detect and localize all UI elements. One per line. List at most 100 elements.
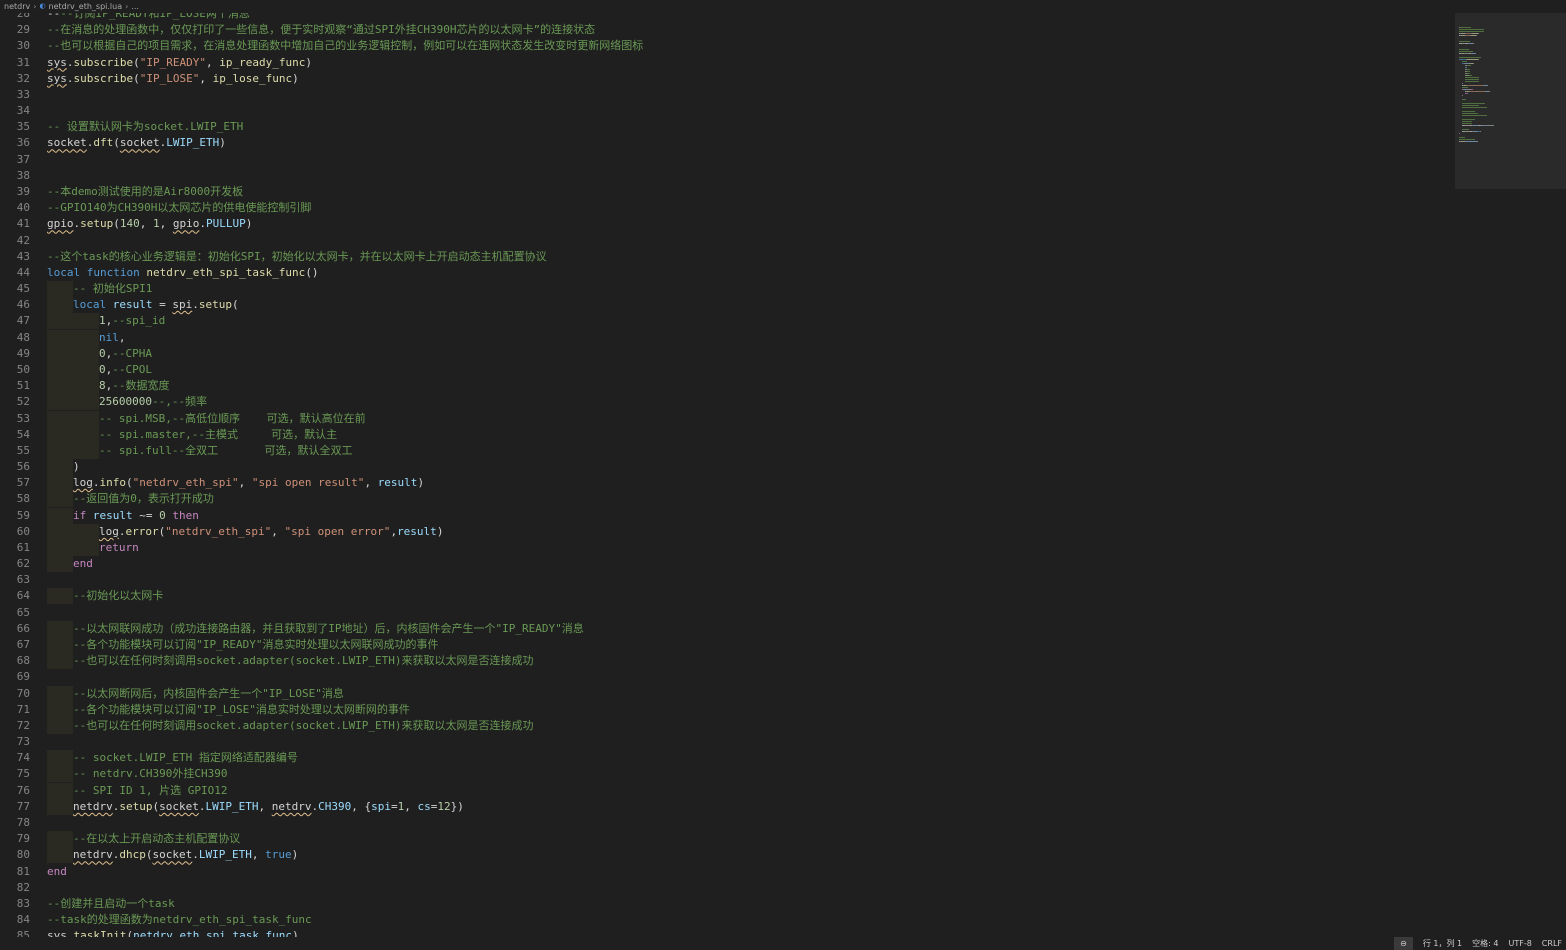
- code-line[interactable]: 79 --在以太上开启动态主机配置协议: [0, 831, 1455, 848]
- code-line[interactable]: 35 -- 设置默认网卡为socket.LWIP_ETH: [0, 119, 1455, 135]
- code-line[interactable]: 32 sys.subscribe("IP_LOSE", ip_lose_func): [0, 71, 1455, 87]
- indent-guide: [47, 798, 73, 815]
- code-line[interactable]: 68 --也可以在任何时刻调用socket.adapter(socket.LWIP…: [0, 653, 1455, 670]
- code-line[interactable]: 36 socket.dft(socket.LWIP_ETH): [0, 135, 1455, 151]
- minimap-line: [1459, 51, 1473, 52]
- code-line[interactable]: 53 -- spi.MSB,--高低位顺序 可选，默认高位在前: [0, 410, 1455, 427]
- minimap-slider[interactable]: [1455, 13, 1566, 189]
- code-text: --在消息的处理函数中，仅仅打印了一些信息，便于实时观察“通过SPI外挂CH39…: [47, 22, 595, 38]
- code-line[interactable]: 67 --各个功能模块可以订阅"IP_READY"消息实时处理以太网联网成功的事件: [0, 637, 1455, 654]
- code-token: netdrv: [73, 848, 113, 862]
- code-line[interactable]: 56): [0, 459, 1455, 476]
- code-line[interactable]: 48 nil,: [0, 329, 1455, 346]
- code-line[interactable]: 49 0,--CPHA: [0, 345, 1455, 362]
- code-line[interactable]: 57 log.info("netdrv_eth_spi", "spi open r…: [0, 475, 1455, 492]
- code-line[interactable]: 69: [0, 669, 1455, 685]
- code-line[interactable]: 70 --以太网断网后，内核固件会产生一个"IP_LOSE"消息: [0, 685, 1455, 702]
- code-token: --以太网断网后，内核固件会产生一个"IP_LOSE"消息: [73, 686, 344, 700]
- breadcrumb-file[interactable]: netdrv_eth_spi.lua: [49, 0, 123, 13]
- code-token: 25600000: [99, 395, 152, 409]
- code-line[interactable]: 60 log.error("netdrv_eth_spi", "spi open …: [0, 523, 1455, 540]
- encoding[interactable]: UTF-8: [1508, 937, 1531, 950]
- code-line[interactable]: 41 gpio.setup(140, 1, gpio.PULLUP): [0, 216, 1455, 232]
- code-line[interactable]: 71 --各个功能模块可以订阅"IP_LOSE"消息实时处理以太网断网的事件: [0, 701, 1455, 718]
- code-line[interactable]: 42: [0, 233, 1455, 249]
- code-text: --也可以根据自己的项目需求，在消息处理函数中增加自己的业务逻辑控制，例如可以在…: [47, 38, 643, 54]
- code-line[interactable]: 44 local function netdrv_eth_spi_task_fun…: [0, 265, 1455, 281]
- breadcrumb-folder[interactable]: netdrv: [4, 0, 30, 13]
- code-line[interactable]: 46 local result = spi.setup(: [0, 297, 1455, 314]
- code-line[interactable]: 62 end: [0, 556, 1455, 573]
- code-line[interactable]: 76 -- SPI ID 1, 片选 GPIO12: [0, 782, 1455, 799]
- code-text: sys.subscribe("IP_READY", ip_ready_func): [47, 55, 312, 71]
- code-line[interactable]: 40 --GPIO140为CH390H以太网芯片的供电使能控制引脚: [0, 200, 1455, 216]
- code-line[interactable]: 82: [0, 880, 1455, 896]
- code-token: (): [305, 265, 319, 279]
- code-token: ,: [271, 524, 285, 538]
- breadcrumb-symbol[interactable]: ...: [131, 0, 139, 13]
- cursor-position[interactable]: 行 1，列 1: [1423, 937, 1462, 950]
- code-line[interactable]: 74 -- socket.LWIP_ETH 指定网络适配器编号: [0, 750, 1455, 767]
- code-token: --以太网联网成功（成功连接路由器，并且获取到了IP地址）后，内核固件会产生一个…: [73, 621, 584, 635]
- code-text: sys.taskInit(netdrv_eth_spi_task_func): [47, 928, 299, 937]
- code-line[interactable]: 85 sys.taskInit(netdrv_eth_spi_task_func): [0, 928, 1455, 937]
- breadcrumb: netdrv › ◐ netdrv_eth_spi.lua › ...: [0, 0, 1566, 13]
- code-token: --CPOL: [112, 362, 152, 376]
- code-line[interactable]: 73: [0, 734, 1455, 750]
- code-line[interactable]: 75 -- netdrv.CH390外挂CH390: [0, 766, 1455, 783]
- code-line[interactable]: 66 --以太网联网成功（成功连接路由器，并且获取到了IP地址）后，内核固件会产生…: [0, 620, 1455, 637]
- code-token: ): [436, 524, 444, 538]
- minimap[interactable]: [1455, 13, 1566, 937]
- code-line[interactable]: 39 --本demo测试使用的是Air8000开发板: [0, 184, 1455, 200]
- code-token: }): [450, 799, 464, 813]
- code-token: "netdrv_eth_spi": [132, 476, 239, 490]
- code-text: end: [47, 864, 67, 880]
- line-ending[interactable]: CRLF: [1542, 937, 1562, 950]
- code-token: ,: [159, 217, 173, 231]
- code-line[interactable]: 80 netdrv.dhcp(socket.LWIP_ETH, true): [0, 847, 1455, 864]
- code-line[interactable]: 77 netdrv.setup(socket.LWIP_ETH, netdrv.C…: [0, 798, 1455, 815]
- code-line[interactable]: 59 if result ~= 0 then: [0, 507, 1455, 524]
- minimap-line: [1493, 125, 1494, 126]
- code-line[interactable]: 84 --task的处理函数为netdrv_eth_spi_task_func: [0, 912, 1455, 928]
- code-line[interactable]: 52 25600000--,--频率: [0, 394, 1455, 411]
- code-token: if: [73, 508, 87, 522]
- code-text: log.error("netdrv_eth_spi", "spi open er…: [47, 523, 444, 540]
- code-line[interactable]: 50 0,--CPOL: [0, 361, 1455, 378]
- code-line[interactable]: 31 sys.subscribe("IP_READY", ip_ready_fun…: [0, 55, 1455, 71]
- code-line[interactable]: 65: [0, 605, 1455, 621]
- code-line[interactable]: 55 -- spi.full--全双工 可选，默认全双工: [0, 442, 1455, 459]
- code-line[interactable]: 81 end: [0, 864, 1455, 880]
- code-text: --返回值为0，表示打开成功: [47, 491, 214, 508]
- code-line[interactable]: 63: [0, 572, 1455, 588]
- code-line[interactable]: 37: [0, 152, 1455, 168]
- code-token: =: [390, 799, 398, 813]
- line-number: 63: [16, 573, 30, 587]
- line-number: 77: [16, 799, 30, 813]
- code-line[interactable]: 34: [0, 103, 1455, 119]
- code-token: ,: [199, 71, 213, 85]
- line-number: 41: [16, 217, 30, 231]
- code-line[interactable]: 61 return: [0, 539, 1455, 556]
- code-line[interactable]: 45 -- 初始化SPI1: [0, 281, 1455, 298]
- zoom-out-icon[interactable]: ⊖: [1394, 937, 1413, 950]
- code-line[interactable]: 83 --创建并且启动一个task: [0, 896, 1455, 912]
- code-token: "IP_LOSE": [139, 71, 200, 85]
- code-line[interactable]: 28 ----订阅IP_READY和IP_LOSE两个消息: [0, 13, 1455, 22]
- code-line[interactable]: 33: [0, 87, 1455, 103]
- code-line[interactable]: 29 --在消息的处理函数中，仅仅打印了一些信息，便于实时观察“通过SPI外挂CH…: [0, 22, 1455, 38]
- code-line[interactable]: 78: [0, 815, 1455, 831]
- code-line[interactable]: 43 --这个task的核心业务逻辑是：初始化SPI，初始化以太网卡，并在以太网卡…: [0, 249, 1455, 265]
- code-line[interactable]: 54 -- spi.master,--主模式 可选，默认主: [0, 426, 1455, 443]
- code-line[interactable]: 72 --也可以在任何时刻调用socket.adapter(socket.LWIP…: [0, 717, 1455, 734]
- code-line[interactable]: 38: [0, 168, 1455, 184]
- indentation[interactable]: 空格: 4: [1472, 937, 1498, 950]
- code-line[interactable]: 30 --也可以根据自己的项目需求，在消息处理函数中增加自己的业务逻辑控制，例如可…: [0, 38, 1455, 54]
- code-line[interactable]: 64 --初始化以太网卡: [0, 588, 1455, 605]
- code-line[interactable]: 51 8,--数据宽度: [0, 378, 1455, 395]
- code-token: local: [47, 265, 81, 279]
- code-line[interactable]: 58 --返回值为0，表示打开成功: [0, 491, 1455, 508]
- code-token: 12: [437, 799, 451, 813]
- code-line[interactable]: 47 1,--spi_id: [0, 313, 1455, 330]
- code-editor[interactable]: 28 ----订阅IP_READY和IP_LOSE两个消息 29 --在消息的处理函数…: [0, 13, 1455, 937]
